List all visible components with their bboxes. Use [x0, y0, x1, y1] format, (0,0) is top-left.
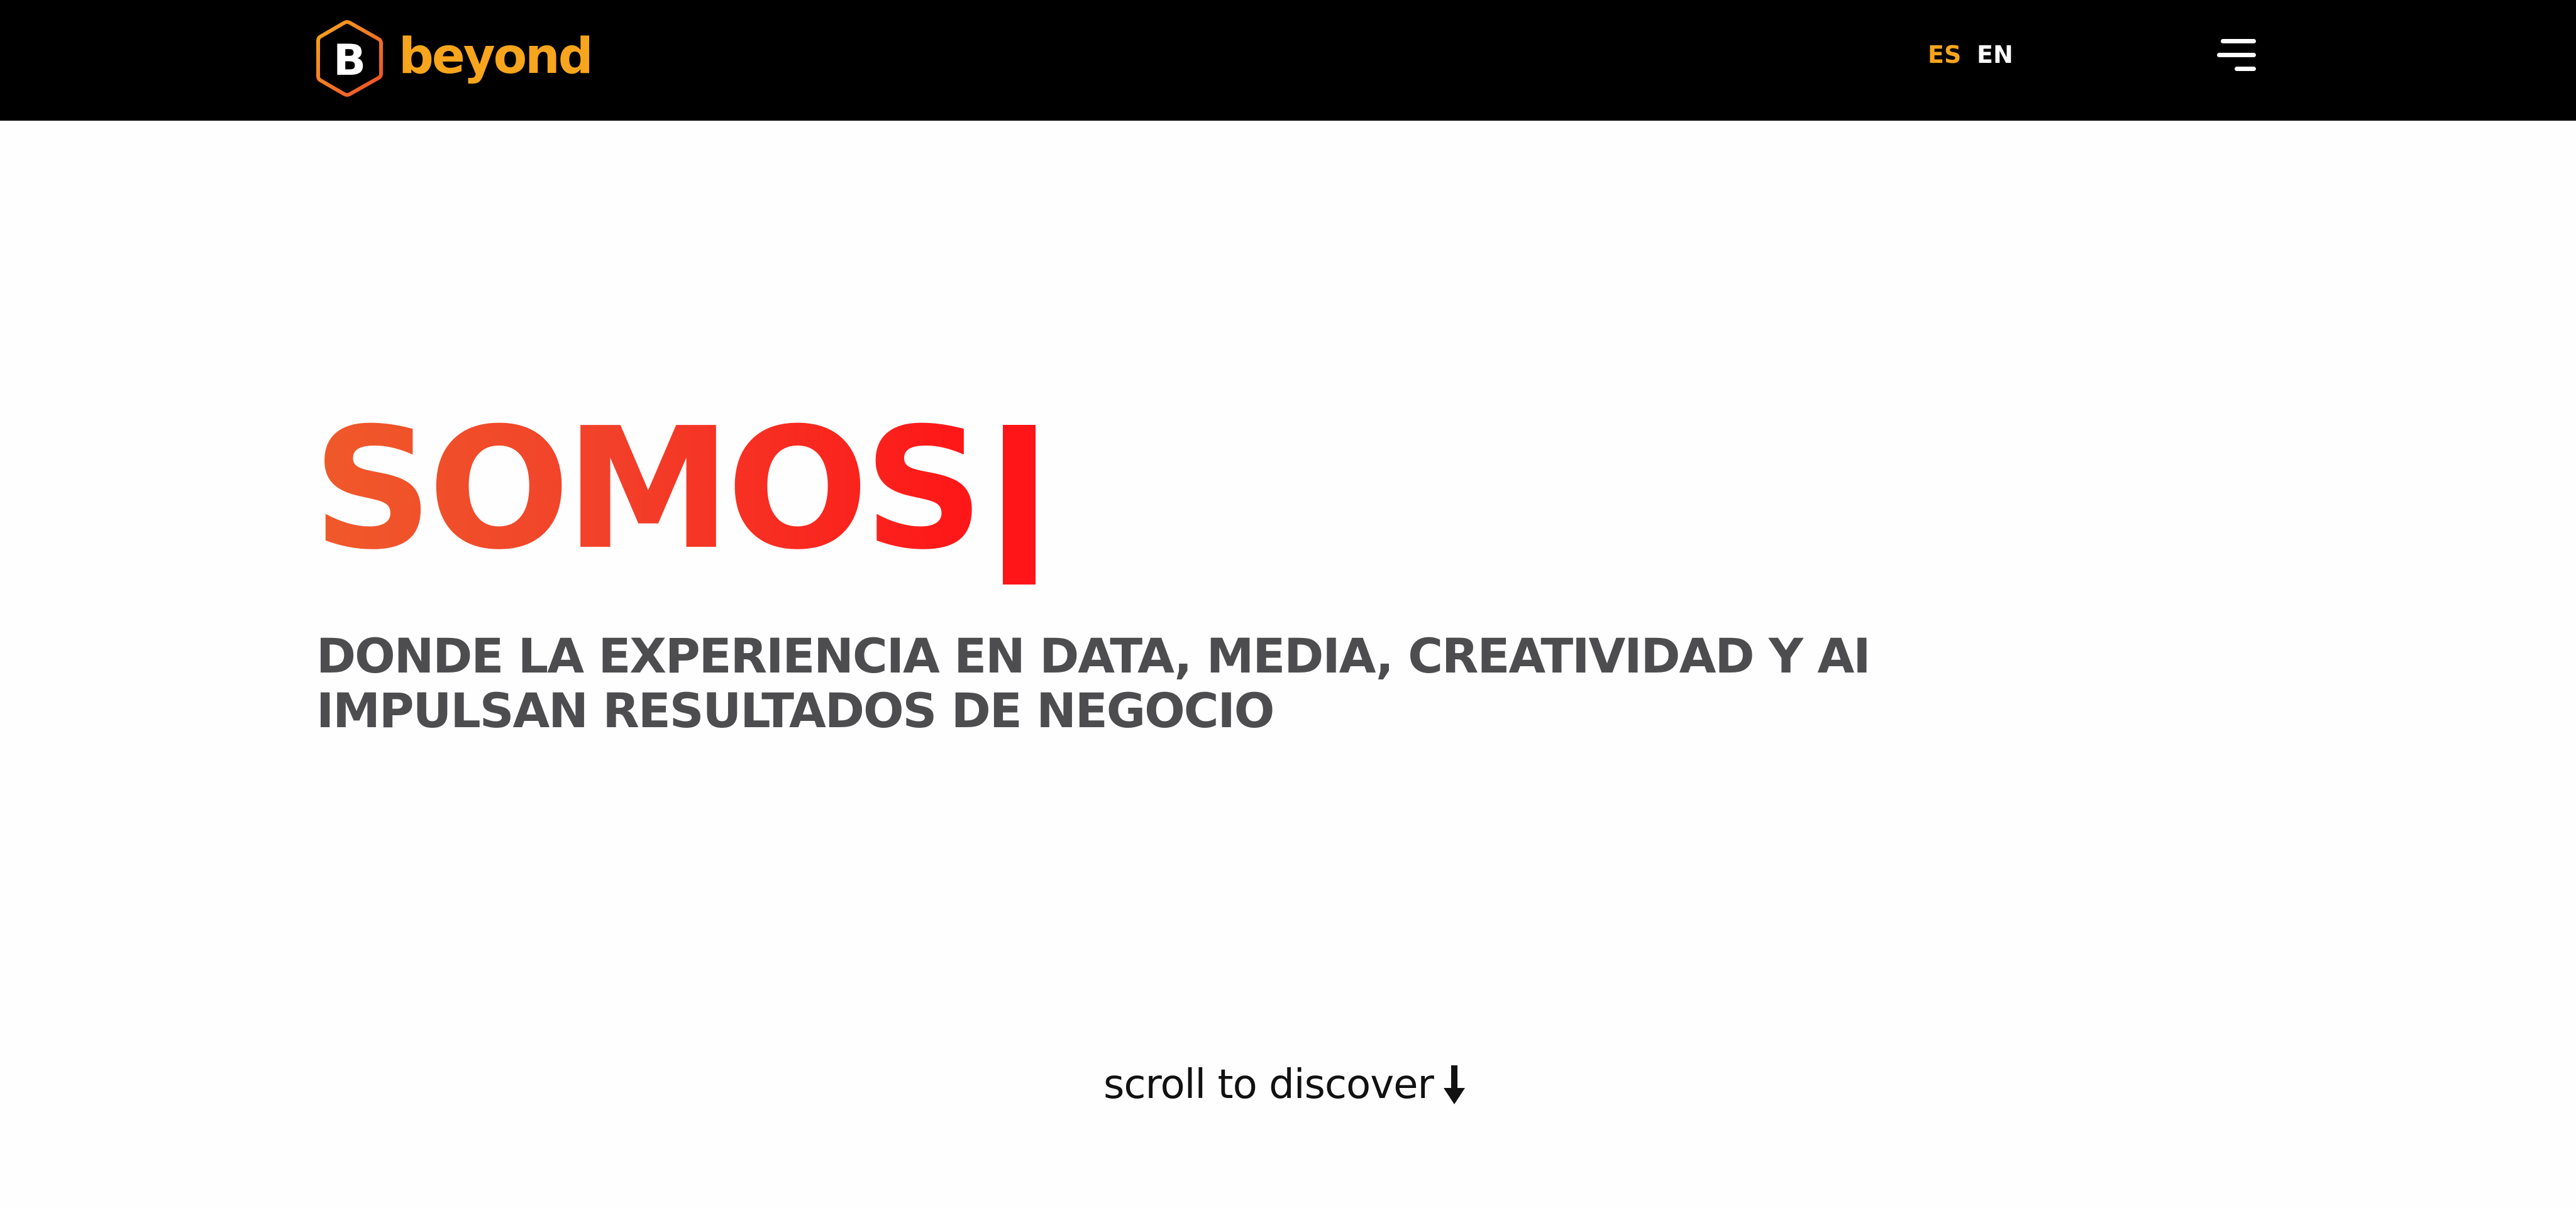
- brand-name: beyond: [399, 28, 594, 85]
- page: B beyond ES EN SOMOS DONDE LA EXPERIENCI…: [0, 0, 2576, 1208]
- hero-title: SOMOS: [312, 392, 984, 586]
- arrow-down-icon: [1443, 1065, 1465, 1104]
- hexagon-b-logo-icon: B: [316, 20, 383, 97]
- menu-line: [2217, 53, 2256, 57]
- scroll-cue-label: scroll to discover: [1103, 1062, 1434, 1108]
- site-header: B beyond ES EN: [0, 0, 2576, 121]
- scroll-to-discover-link[interactable]: scroll to discover: [1103, 1061, 1466, 1109]
- logo-mark-letter: B: [333, 36, 366, 85]
- hero-subtitle-line: IMPULSAN RESULTADOS DE NEGOCIO: [316, 683, 1274, 739]
- menu-line: [2235, 67, 2256, 71]
- hero-subtitle-line: DONDE LA EXPERIENCIA EN DATA, MEDIA, CRE…: [316, 628, 1871, 684]
- language-en-link[interactable]: EN: [1977, 43, 2013, 67]
- typing-cursor: [1003, 425, 1036, 585]
- hero-subtitle: DONDE LA EXPERIENCIA EN DATA, MEDIA, CRE…: [316, 628, 1871, 739]
- brand-logo-link[interactable]: B beyond: [316, 19, 594, 97]
- language-es-link[interactable]: ES: [1928, 43, 1961, 67]
- hamburger-menu-icon[interactable]: [2217, 39, 2256, 73]
- menu-line: [2221, 39, 2256, 43]
